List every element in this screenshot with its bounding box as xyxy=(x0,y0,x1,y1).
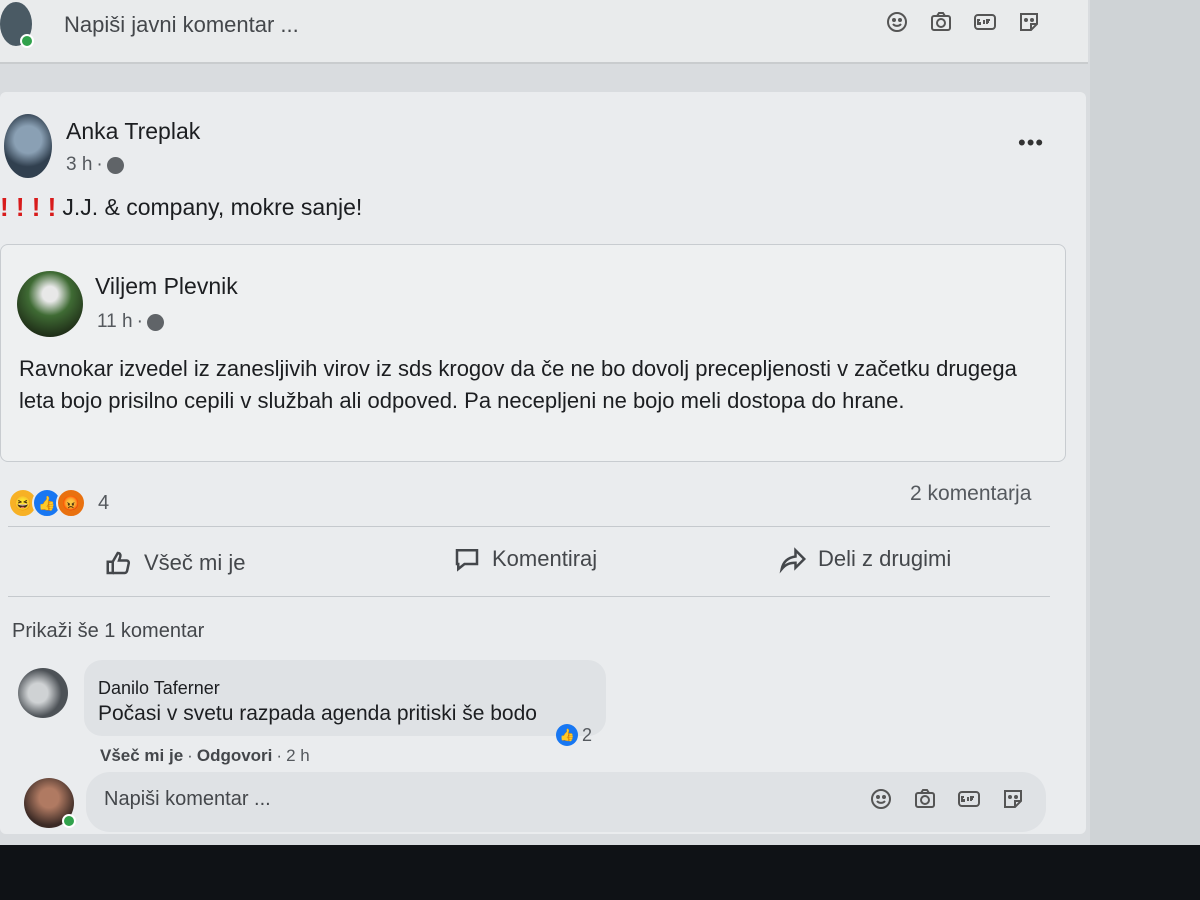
comment-button[interactable]: Komentiraj xyxy=(452,544,597,574)
post-text-content: J.J. & company, mokre sanje! xyxy=(62,194,363,220)
divider xyxy=(8,596,1050,597)
gif-icon[interactable] xyxy=(972,9,998,35)
comment-actions: Všeč mi je · Odgovori · 2 h xyxy=(100,746,310,766)
comment-bubble-icon xyxy=(455,549,479,572)
separator: · xyxy=(187,746,193,765)
exclamation-marks: ! ! ! ! xyxy=(0,192,57,222)
meta-separator: · xyxy=(96,154,103,175)
comment-text: Počasi v svetu razpada agenda pritiski š… xyxy=(98,702,537,725)
page-background-right xyxy=(1090,0,1200,845)
composer-icons xyxy=(884,9,1042,35)
camera-icon[interactable] xyxy=(928,9,954,35)
show-more-comments-link[interactable]: Prikaži še 1 komentar xyxy=(12,620,204,643)
camera-icon[interactable] xyxy=(912,786,938,812)
shared-post[interactable]: Viljem Plevnik 11 h · Ravnokar izvedel i… xyxy=(0,244,1066,462)
commenter-avatar[interactable] xyxy=(18,668,68,718)
comment-like-count: 2 xyxy=(582,724,593,745)
comments-count-link[interactable]: 2 komentarja xyxy=(910,482,1031,506)
online-indicator xyxy=(62,814,76,828)
comment-label: Komentiraj xyxy=(492,546,598,571)
emoji-icon[interactable] xyxy=(868,786,894,812)
comment-bubble: Danilo Taferner Počasi v svetu razpada a… xyxy=(84,660,606,736)
feed-post: Anka Treplak 3 h · ••• ! ! ! ! J.J. & co… xyxy=(0,92,1086,834)
comment-reactions[interactable]: 👍 2 xyxy=(556,724,592,746)
emoji-icon[interactable] xyxy=(884,9,910,35)
shared-author-name[interactable]: Viljem Plevnik xyxy=(95,273,238,300)
share-label: Deli z drugimi xyxy=(818,546,952,571)
sticker-icon[interactable] xyxy=(1016,9,1042,35)
post-meta: 3 h · xyxy=(66,154,124,176)
globe-icon[interactable] xyxy=(106,156,124,174)
post-author-name[interactable]: Anka Treplak xyxy=(66,118,200,145)
comment-reply-button[interactable]: Odgovori xyxy=(197,746,273,766)
sticker-icon[interactable] xyxy=(1000,786,1026,812)
reactions-summary[interactable]: 😆 👍 😡 4 xyxy=(8,488,109,518)
like-reaction-icon: 👍 xyxy=(556,724,578,746)
post-text: ! ! ! ! J.J. & company, mokre sanje! xyxy=(0,192,362,223)
reaction-count: 4 xyxy=(98,491,110,514)
post-actions: Všeč mi je Komentiraj Deli z drugimi xyxy=(0,540,1060,590)
comment-input-field[interactable]: Napiši komentar ... xyxy=(86,772,1046,832)
shared-post-meta: 11 h · xyxy=(97,311,164,333)
shared-post-time[interactable]: 11 h xyxy=(97,311,133,333)
comment-like-button[interactable]: Všeč mi je xyxy=(100,746,183,766)
meta-separator: · xyxy=(136,311,143,332)
comment-time[interactable]: 2 h xyxy=(286,746,310,766)
like-button[interactable]: Všeč mi je xyxy=(104,548,245,578)
thumbs-up-icon xyxy=(106,551,131,575)
globe-icon[interactable] xyxy=(146,313,164,331)
comment-input-placeholder[interactable]: Napiši komentar ... xyxy=(104,788,271,811)
gif-icon[interactable] xyxy=(956,786,982,812)
commenter-name[interactable]: Danilo Taferner xyxy=(98,678,220,699)
monitor-bezel xyxy=(0,845,1200,900)
top-comment-composer: Napiši javni komentar ... xyxy=(0,0,1088,64)
more-options-button[interactable]: ••• xyxy=(1018,130,1044,156)
shared-author-avatar[interactable] xyxy=(17,271,83,337)
online-indicator xyxy=(20,34,34,48)
public-comment-input[interactable]: Napiši javni komentar ... xyxy=(64,12,299,38)
author-avatar[interactable] xyxy=(4,114,52,178)
divider xyxy=(8,526,1050,527)
like-label: Všeč mi je xyxy=(144,550,246,575)
comment-input-icons xyxy=(868,786,1026,812)
separator: · xyxy=(276,746,283,765)
share-arrow-icon xyxy=(779,547,807,574)
shared-post-body: Ravnokar izvedel iz zanesljivih virov iz… xyxy=(19,356,1017,413)
share-button[interactable]: Deli z drugimi xyxy=(778,544,951,574)
angry-reaction-icon: 😡 xyxy=(56,488,86,518)
post-time[interactable]: 3 h xyxy=(66,154,92,176)
